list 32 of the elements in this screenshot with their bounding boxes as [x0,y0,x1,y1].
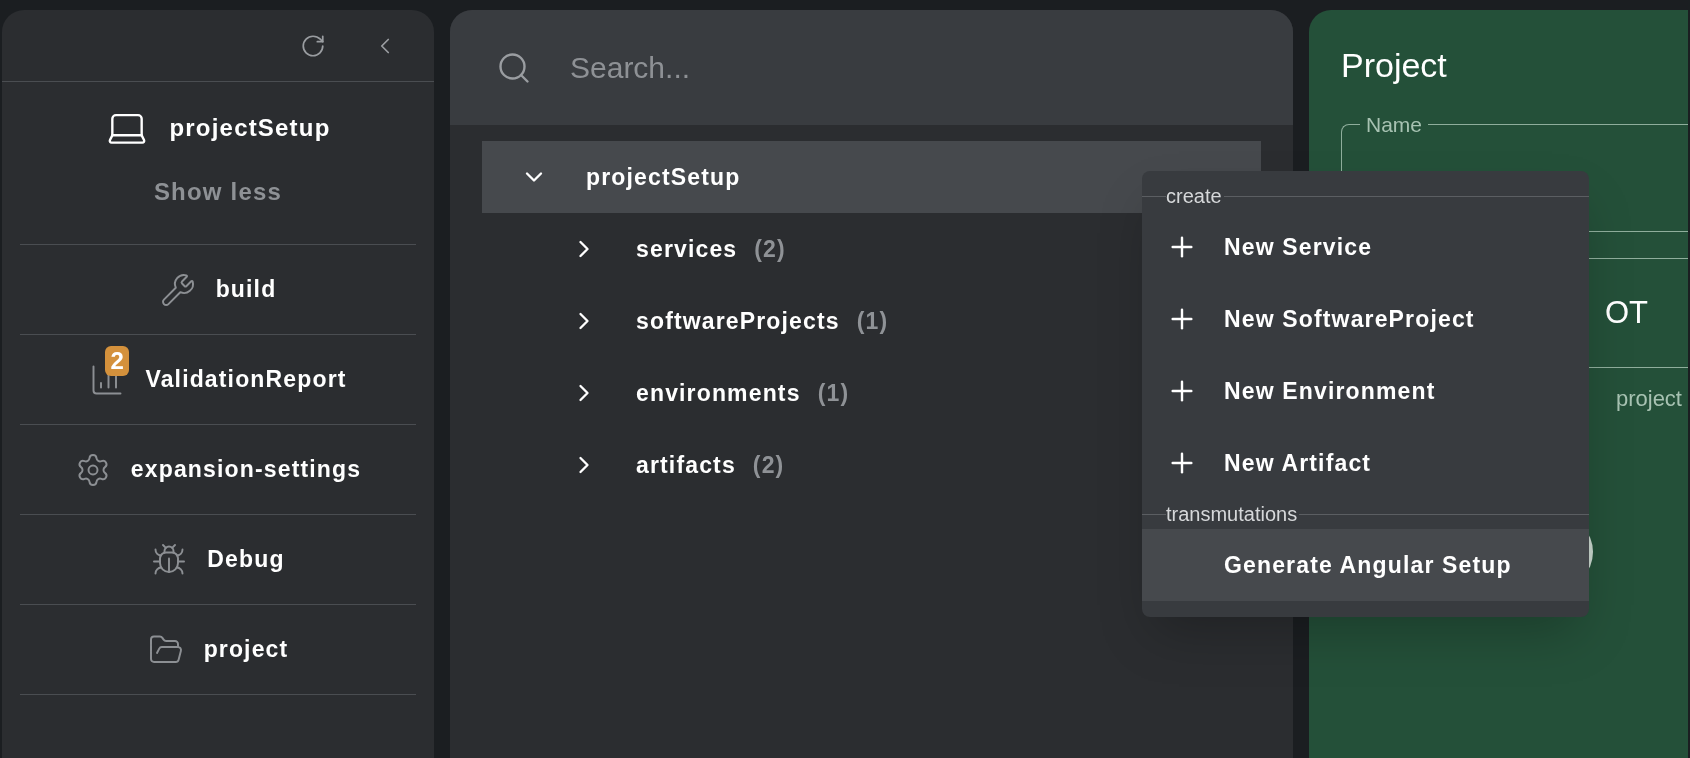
wrench-icon [159,271,196,308]
search-field[interactable]: Search... [570,45,1247,90]
menu-item[interactable]: New Environment [1142,355,1589,427]
item-count: (2) [752,450,785,480]
tree-label: services [636,234,738,264]
sidebar-item[interactable]: ValidationReport [145,362,347,397]
menu-item[interactable]: Generate Angular Setup [1142,529,1589,601]
sidebar-item[interactable]: project [203,632,289,667]
menu-section-header: transmutations [1166,504,1298,524]
menu-item[interactable]: New SoftwareProject [1142,283,1589,355]
sidebar-item[interactable]: expansion-settings [130,452,362,487]
field-label: Name [1365,114,1424,135]
item-count: (1) [856,306,889,336]
sidebar-item[interactable]: Debug [207,542,285,577]
menu-item[interactable]: New Artifact [1142,427,1589,499]
panel-title: Project [1341,48,1448,82]
tree-label: environments [636,378,801,408]
refresh-icon[interactable] [300,32,326,59]
tree-label: artifacts [636,450,736,480]
sidebar-item[interactable]: build [215,272,277,307]
field-value: OT [1604,293,1648,332]
show-less-link[interactable]: Show less [153,174,283,210]
project-name: projectSetup [169,113,331,143]
count-badge: 2 [105,345,129,376]
tree-label: softwareProjects [636,306,840,336]
menu-item[interactable]: New Service [1142,211,1589,283]
item-count: (1) [817,378,850,408]
menu-section-header: create [1166,186,1222,206]
field-hint: project [1615,385,1682,413]
item-count: (2) [754,234,786,264]
search-box[interactable]: Search... [450,10,1293,125]
tree-label: projectSetup [586,162,741,192]
